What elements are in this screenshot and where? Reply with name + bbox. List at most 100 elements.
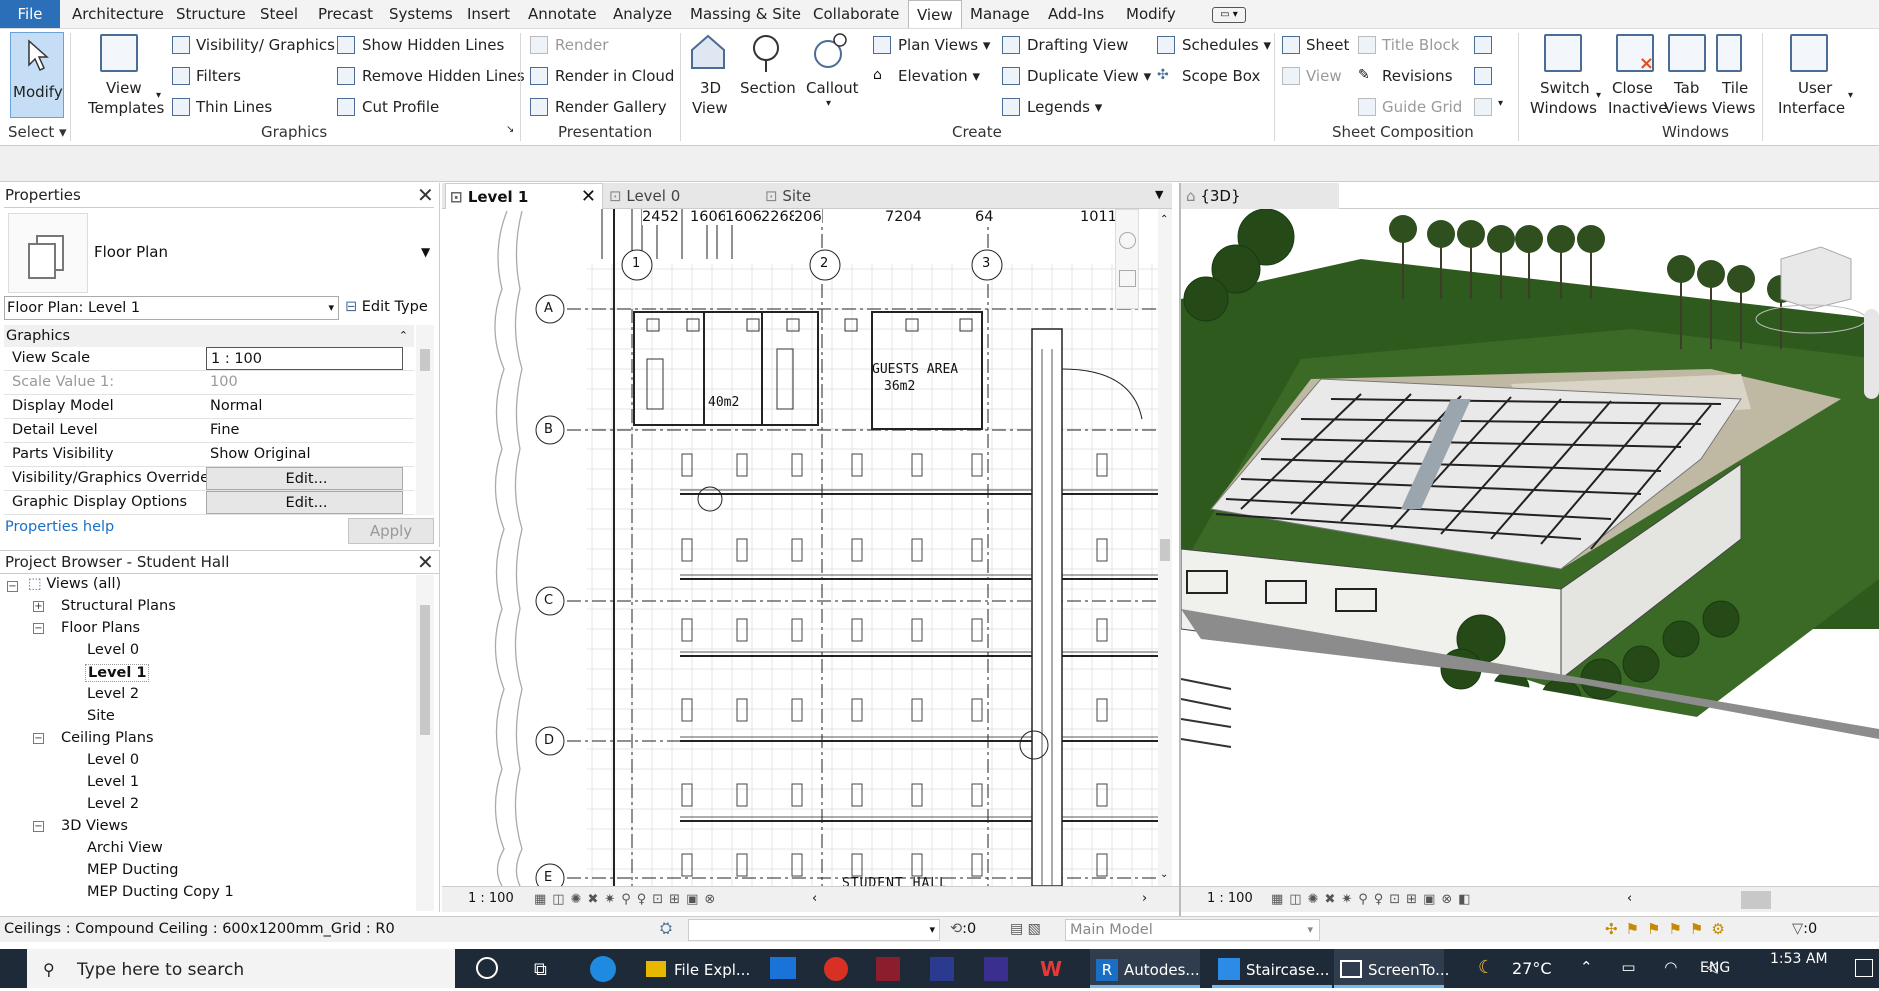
grid-bubble-b[interactable]: B <box>544 422 553 437</box>
tree-ceiling-plans[interactable]: Ceiling Plans <box>61 730 154 746</box>
menu-tab-annotate[interactable]: Annotate <box>520 0 605 28</box>
render-button[interactable]: Render <box>555 36 608 54</box>
view-templates-button[interactable]: View Templates ▾ <box>74 32 166 118</box>
remove-hidden-lines-button[interactable]: Remove Hidden Lines <box>362 67 525 85</box>
grid-bubble-2[interactable]: 2 <box>820 256 828 271</box>
app-icon[interactable] <box>876 957 900 981</box>
parts-visibility-value[interactable]: Show Original <box>206 443 403 466</box>
tree-ceiling-level-1[interactable]: Level 1 <box>87 774 139 790</box>
grid-bubble-a[interactable]: A <box>544 301 553 316</box>
edge-icon[interactable] <box>590 956 616 982</box>
taskbar-file-explorer[interactable]: File Expl... <box>642 949 762 988</box>
tree-floor-site[interactable]: Site <box>87 708 115 724</box>
duplicate-view-button[interactable]: Duplicate View ▾ <box>1027 67 1151 85</box>
3d-navigation-bar[interactable] <box>1864 309 1879 399</box>
tree-floor-level-1[interactable]: Level 1 <box>85 664 150 682</box>
thin-lines-button[interactable]: Thin Lines <box>196 98 272 116</box>
viewports-icon[interactable] <box>1474 98 1492 116</box>
visibility-graphics-button[interactable]: Visibility/ Graphics <box>196 36 335 54</box>
app-icon[interactable] <box>930 957 954 981</box>
modify-button[interactable]: Modify <box>10 32 64 118</box>
view-scale-input[interactable]: 1 : 100 <box>206 347 403 370</box>
collapse-icon[interactable]: − <box>33 821 44 832</box>
show-hidden-lines-button[interactable]: Show Hidden Lines <box>362 36 504 54</box>
tab-views-button[interactable]: Tab Views <box>1664 32 1708 118</box>
vg-overrides-edit-button[interactable]: Edit... <box>206 467 403 490</box>
cortana-icon[interactable] <box>476 957 498 979</box>
menu-tab-insert[interactable]: Insert <box>459 0 518 28</box>
tree-floor-level-2[interactable]: Level 2 <box>87 686 139 702</box>
tree-ceiling-level-0[interactable]: Level 0 <box>87 752 139 768</box>
render-cloud-button[interactable]: Render in Cloud <box>555 67 674 85</box>
plan-scale-label[interactable]: 1 : 100 <box>468 891 514 906</box>
detail-level-value[interactable]: Fine <box>206 419 403 442</box>
dialog-launcher-icon[interactable]: ↘ <box>506 124 514 135</box>
plan-views-button[interactable]: Plan Views ▾ <box>898 36 990 54</box>
menu-tab-systems[interactable]: Systems <box>381 0 461 28</box>
apply-button[interactable]: Apply <box>348 518 434 544</box>
tree-structural-plans[interactable]: Structural Plans <box>61 598 176 614</box>
grid-bubble-c[interactable]: C <box>544 593 553 608</box>
close-icon[interactable]: ✕ <box>417 185 434 205</box>
tab-level-1[interactable]: ⊡ Level 1 ✕ <box>445 183 603 209</box>
zoom-icon[interactable] <box>1119 270 1136 287</box>
3d-view-canvas[interactable] <box>1181 209 1879 886</box>
wps-icon[interactable]: W <box>1040 957 1062 981</box>
legends-button[interactable]: Legends ▾ <box>1027 98 1102 116</box>
tab-list-dropdown-icon[interactable]: ▼ <box>1155 188 1163 201</box>
scroll-right-icon[interactable]: › <box>1142 891 1147 906</box>
chrome-icon[interactable] <box>824 957 848 981</box>
scope-box-button[interactable]: Scope Box <box>1182 67 1260 85</box>
filters-button[interactable]: Filters <box>196 67 241 85</box>
schedules-button[interactable]: Schedules ▾ <box>1182 36 1271 54</box>
view-placement-button[interactable]: View <box>1306 67 1342 85</box>
task-view-icon[interactable]: ⧉ <box>534 959 547 980</box>
menu-tab-massing-site[interactable]: Massing & Site <box>682 0 809 28</box>
user-interface-button[interactable]: User Interface ▾ <box>1768 32 1853 118</box>
scroll-left-icon[interactable]: ‹ <box>1627 891 1632 906</box>
menu-tab-file[interactable]: File <box>0 0 60 28</box>
tree-archi-view[interactable]: Archi View <box>87 840 163 856</box>
clock-time[interactable]: 1:53 AM <box>1770 951 1828 967</box>
view-control-icons[interactable]: ▦◫✺✖✷⚲♀⊡⊞▣⊗ <box>534 892 721 907</box>
steering-wheel-icon[interactable] <box>1119 232 1136 249</box>
tree-3d-views[interactable]: 3D Views <box>61 818 128 834</box>
workset-dropdown[interactable]: ▾ <box>688 919 940 941</box>
menu-tab-modify[interactable]: Modify <box>1118 0 1184 28</box>
graphics-section-header[interactable]: Graphics ⌃ <box>4 325 414 347</box>
grid-bubble-1[interactable]: 1 <box>632 256 640 271</box>
collapse-icon[interactable]: − <box>33 623 44 634</box>
close-icon[interactable]: ✕ <box>417 552 434 572</box>
menu-tab-collaborate[interactable]: Collaborate <box>805 0 907 28</box>
filter-count[interactable]: ▽:0 <box>1792 921 1817 937</box>
weather-icon[interactable]: ☾ <box>1478 957 1494 978</box>
guide-grid-button[interactable]: Guide Grid <box>1382 98 1462 116</box>
grid-bubble-3[interactable]: 3 <box>982 256 990 271</box>
title-block-button[interactable]: Title Block <box>1382 36 1459 54</box>
select-group-label[interactable]: Select ▾ <box>8 123 67 141</box>
collapse-icon[interactable]: − <box>7 581 18 592</box>
taskbar-autodesk[interactable]: R Autodes... <box>1090 949 1200 988</box>
start-button[interactable] <box>0 949 26 988</box>
taskbar-screentogif[interactable]: ScreenTo... <box>1334 949 1449 988</box>
tab-3d[interactable]: ⌂ {3D} <box>1180 183 1339 209</box>
sheet-button[interactable]: Sheet <box>1306 36 1349 54</box>
temperature[interactable]: 27°C <box>1512 959 1552 978</box>
graphic-display-edit-button[interactable]: Edit... <box>206 491 403 514</box>
tree-mep-ducting-copy-1[interactable]: MEP Ducting Copy 1 <box>87 884 234 900</box>
editing-requests[interactable]: ⟲:0 <box>950 921 976 937</box>
properties-help-link[interactable]: Properties help <box>5 519 114 535</box>
scroll-left-icon[interactable]: ‹ <box>812 891 817 906</box>
tree-views-all[interactable]: ⬚ Views (all) <box>28 576 121 592</box>
mail-icon[interactable] <box>770 957 796 979</box>
close-inactive-button[interactable]: × Close Inactive <box>1608 32 1668 118</box>
instance-selector[interactable]: Floor Plan: Level 1 ▾ <box>4 296 339 320</box>
3d-scale-label[interactable]: 1 : 100 <box>1207 891 1253 906</box>
callout-button[interactable]: Callout ▾ <box>800 32 860 118</box>
menu-tab-precast[interactable]: Precast <box>310 0 381 28</box>
tree-ceiling-level-2[interactable]: Level 2 <box>87 796 139 812</box>
horizontal-scroll-thumb[interactable] <box>1741 891 1771 909</box>
tree-floor-plans[interactable]: Floor Plans <box>61 620 140 636</box>
tab-site[interactable]: ⊡ Site <box>765 183 915 209</box>
tree-floor-level-0[interactable]: Level 0 <box>87 642 139 658</box>
